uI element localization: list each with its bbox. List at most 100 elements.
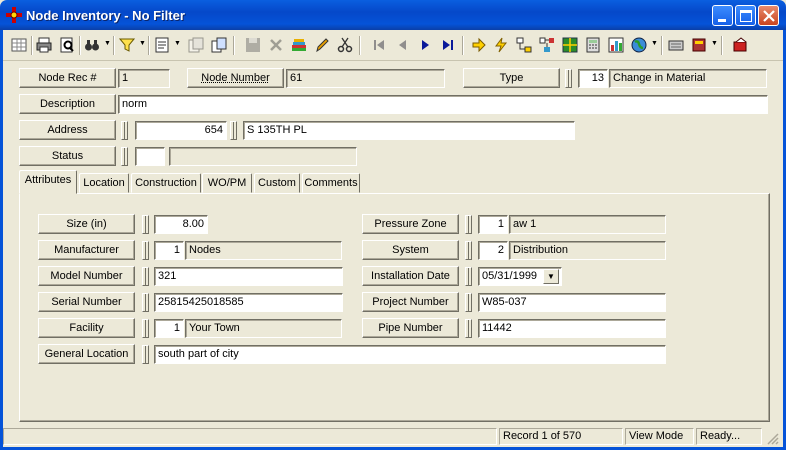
previous-record-icon[interactable] [392,34,412,56]
print-icon[interactable] [34,34,54,56]
toolbar-separator [359,36,361,55]
facility-lookup-handle[interactable] [142,319,149,338]
grid-icon[interactable] [9,34,29,56]
hierarchy-icon[interactable] [514,34,534,56]
filter-icon[interactable] [117,34,137,56]
window-title: Node Inventory - No Filter [26,8,185,23]
type-button[interactable]: Type [463,68,560,88]
pressure-zone-code-field[interactable]: 1 [478,215,508,234]
size-lookup-handle[interactable] [142,215,149,234]
installation-date-field[interactable]: 05/31/1999 ▼ [478,267,562,286]
installation-date-button[interactable]: Installation Date [362,266,459,286]
node-number-button[interactable]: Node Number [187,68,284,88]
install-date-lookup-handle[interactable] [465,267,472,286]
lightning-icon[interactable] [491,34,511,56]
globe-icon[interactable] [629,34,649,56]
status-desc-field [169,147,357,166]
tab-wo-pm[interactable]: WO/PM [202,173,252,193]
facility-button[interactable]: Facility [38,318,135,338]
pressure-zone-button[interactable]: Pressure Zone [362,214,459,234]
tab-construction[interactable]: Construction [131,173,201,193]
copy-record-icon[interactable] [186,34,206,56]
chevron-down-icon[interactable]: ▼ [104,40,111,50]
system-button[interactable]: System [362,240,459,260]
serial-number-button[interactable]: Serial Number [38,292,135,312]
next-record-icon[interactable] [415,34,435,56]
toolbar-separator [31,36,33,55]
general-location-field[interactable]: south part of city [154,345,666,364]
maximize-button[interactable] [735,5,756,26]
project-number-button[interactable]: Project Number [362,292,459,312]
calculator-icon[interactable] [583,34,603,56]
system-code-field[interactable]: 2 [478,241,508,260]
scissors-icon[interactable] [335,34,355,56]
pipe-lookup-handle[interactable] [465,319,472,338]
tab-location[interactable]: Location [79,173,129,193]
chevron-down-icon[interactable]: ▼ [711,40,718,50]
chevron-down-icon[interactable]: ▼ [651,40,658,50]
type-desc-field: Change in Material [609,69,767,88]
binoculars-icon[interactable] [82,34,102,56]
size-field[interactable]: 8.00 [154,215,208,234]
manufacturer-button[interactable]: Manufacturer [38,240,135,260]
node-number-field: 61 [286,69,445,88]
facility-code-field[interactable]: 1 [154,319,184,338]
delete-icon[interactable] [266,34,286,56]
save-icon[interactable] [243,34,263,56]
chart-icon[interactable] [606,34,626,56]
book-icon[interactable] [689,34,709,56]
exit-icon[interactable] [731,34,751,56]
manufacturer-lookup-handle[interactable] [142,241,149,260]
last-record-icon[interactable] [438,34,458,56]
project-lookup-handle[interactable] [465,293,472,312]
type-code-field[interactable]: 13 [578,69,608,88]
description-button[interactable]: Description [19,94,116,114]
clone-icon[interactable] [209,34,229,56]
pencil-icon[interactable] [312,34,332,56]
system-lookup-handle[interactable] [465,241,472,260]
network-icon[interactable] [537,34,557,56]
description-field[interactable]: norm [118,95,768,114]
address-lookup-handle[interactable] [121,121,128,140]
view-mode: View Mode [625,428,694,445]
serial-lookup-handle[interactable] [142,293,149,312]
close-icon [763,10,775,22]
minimize-button[interactable] [712,5,733,26]
map-icon[interactable] [560,34,580,56]
tab-custom[interactable]: Custom [254,173,300,193]
project-number-field[interactable]: W85-037 [478,293,666,312]
status-code-field[interactable] [135,147,165,166]
books-icon[interactable] [289,34,309,56]
status-button[interactable]: Status [19,146,116,166]
pipe-number-button[interactable]: Pipe Number [362,318,459,338]
keyboard-icon[interactable] [666,34,686,56]
goto-arrow-icon[interactable] [469,34,489,56]
manufacturer-code-field[interactable]: 1 [154,241,184,260]
first-record-icon[interactable] [369,34,389,56]
serial-number-field[interactable]: 25815425018585 [154,293,343,312]
general-location-lookup-handle[interactable] [142,345,149,364]
chevron-down-icon[interactable]: ▼ [174,40,181,50]
chevron-down-icon[interactable]: ▼ [139,40,146,50]
pressure-zone-lookup-handle[interactable] [465,215,472,234]
address-button[interactable]: Address [19,120,116,140]
nodes-icon[interactable] [6,7,22,23]
status-lookup-handle[interactable] [121,147,128,166]
model-lookup-handle[interactable] [142,267,149,286]
street-lookup-handle[interactable] [230,121,237,140]
form-icon[interactable] [152,34,172,56]
tab-attributes[interactable]: Attributes [19,170,77,194]
type-lookup-handle[interactable] [565,69,572,88]
size-button[interactable]: Size (in) [38,214,135,234]
close-button[interactable] [758,5,779,26]
pipe-number-field[interactable]: 11442 [478,319,666,338]
address-street-field[interactable]: S 135TH PL [243,121,575,140]
general-location-button[interactable]: General Location [38,344,135,364]
print-preview-icon[interactable] [57,34,77,56]
chevron-down-icon[interactable]: ▼ [543,269,559,284]
tab-comments[interactable]: Comments [302,173,360,193]
resize-grip-icon[interactable] [764,430,780,446]
address-number-field[interactable]: 654 [135,121,227,140]
model-number-field[interactable]: 321 [154,267,343,286]
model-number-button[interactable]: Model Number [38,266,135,286]
